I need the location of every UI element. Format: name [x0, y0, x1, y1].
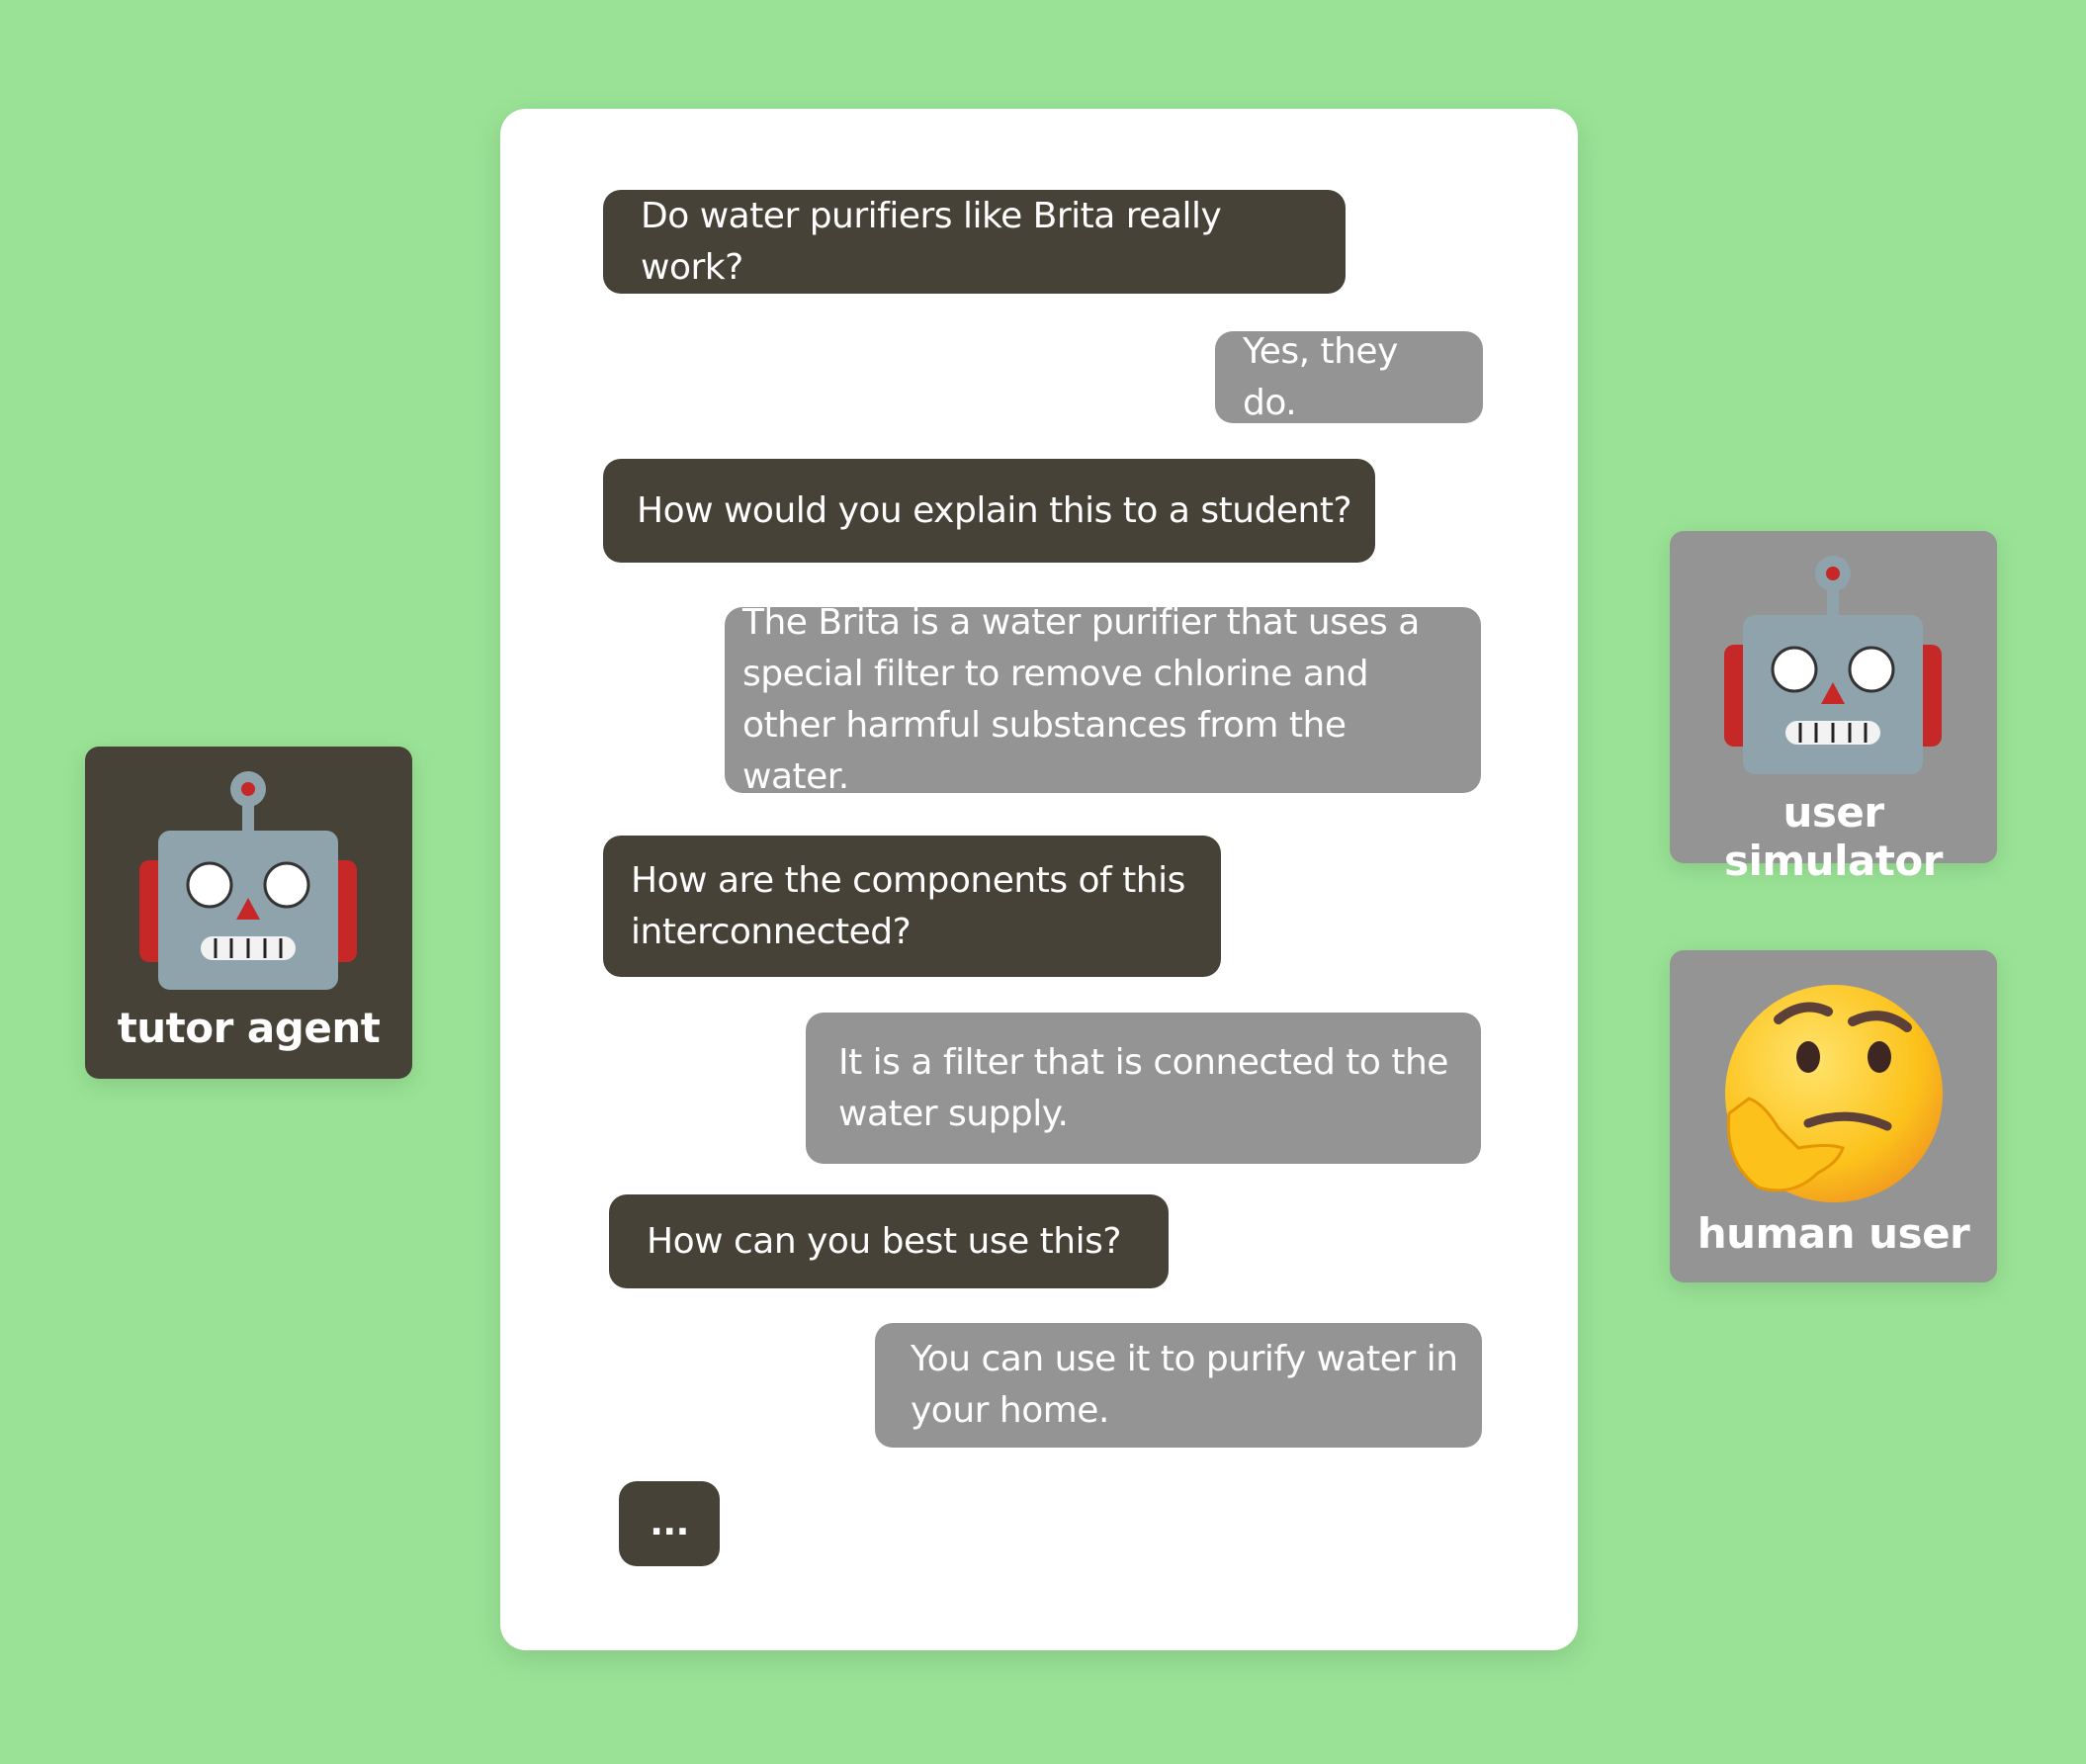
user-message: Yes, they do.: [1215, 331, 1483, 423]
tutor-message: How would you explain this to a student?: [603, 459, 1375, 563]
human-user-label: human user: [1696, 1209, 1970, 1258]
user-message: It is a filter that is connected to the …: [806, 1013, 1481, 1164]
human-user-card: human user: [1670, 950, 1997, 1282]
user-simulator-card: user simulator: [1670, 531, 1997, 885]
user-simulator-label: user simulator: [1724, 788, 1943, 885]
tutor-message: Do water purifiers like Brita really wor…: [603, 190, 1346, 294]
tutor-message: How can you best use this?: [609, 1194, 1169, 1288]
tutor-message: How are the components of this interconn…: [603, 836, 1221, 977]
user-message: The Brita is a water purifier that uses …: [725, 602, 1481, 797]
tutor-agent-card: tutor agent: [85, 747, 412, 1079]
user-message: You can use it to purify water in your h…: [875, 1323, 1482, 1448]
tutor-agent-label: tutor agent: [117, 1004, 381, 1052]
typing-indicator: ...: [619, 1481, 720, 1566]
